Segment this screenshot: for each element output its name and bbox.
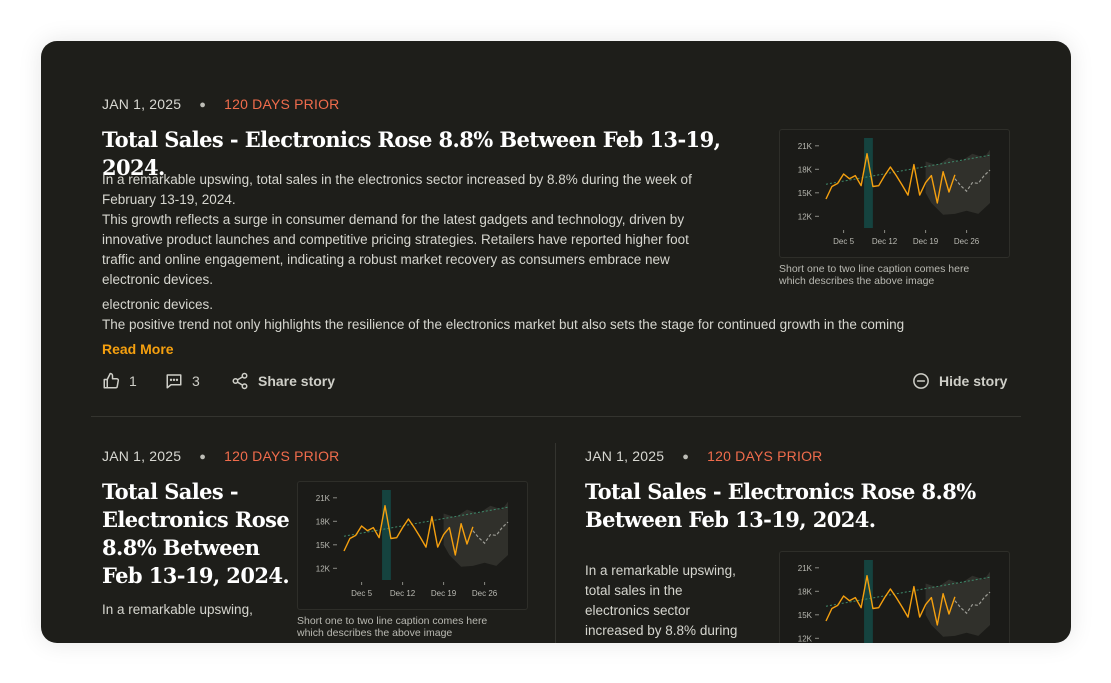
like-button[interactable]: 1 — [102, 372, 137, 390]
story-meta: JAN 1, 2025 ● 120 DAYS PRIOR — [102, 448, 339, 464]
story-date: JAN 1, 2025 — [585, 448, 665, 464]
y-tick-label: 12K — [798, 212, 813, 221]
y-tick-label: 15K — [798, 189, 813, 198]
story-body-line: innovative product launches and competit… — [102, 232, 689, 247]
story-meta: JAN 1, 2025 ● 120 DAYS PRIOR — [102, 96, 339, 112]
story-body-line: traffic and online engagement, indicatin… — [102, 252, 670, 267]
story-date: JAN 1, 2025 — [102, 96, 182, 112]
story-prior-label: 120 DAYS PRIOR — [707, 448, 823, 464]
forecast-band — [925, 571, 990, 637]
chart-card: 21K 18K 15K 12K Dec 5 Dec 12 Dec 19 Dec 26 — [297, 481, 528, 610]
hide-story-label: Hide story — [939, 373, 1008, 389]
x-tick-label: Dec 12 — [872, 237, 898, 246]
story-body-continued: electronic devices. The positive trend n… — [102, 295, 1042, 335]
story-body: In a remarkable upswing, total sales in … — [102, 170, 772, 290]
story-prior-label: 120 DAYS PRIOR — [224, 96, 340, 112]
x-tick-label: Dec 19 — [431, 589, 457, 598]
y-tick-label: 21K — [798, 142, 813, 151]
y-tick-label: 21K — [316, 494, 331, 503]
story-body-line: This growth reflects a surge in consumer… — [102, 212, 685, 227]
read-more-link[interactable]: Read More — [102, 341, 174, 357]
column-divider — [555, 443, 556, 643]
caption-line: which describes the above image — [297, 627, 453, 639]
sales-line-chart: 21K 18K 15K 12K Dec 5 Dec 12 Dec 19 Dec 26 — [798, 138, 991, 246]
chart-caption: Short one to two line caption comes here… — [297, 615, 487, 639]
y-tick-label: 15K — [316, 541, 331, 550]
story-title-line: Total Sales - — [102, 479, 239, 504]
forecast-band — [443, 501, 508, 567]
stories-panel: JAN 1, 2025 ● 120 DAYS PRIOR Total Sales -… — [41, 41, 1071, 643]
x-tick-label: Dec 26 — [472, 589, 498, 598]
y-tick-label: 18K — [798, 165, 813, 174]
story-title-line: Between Feb 13-19, 2024. — [585, 507, 876, 532]
separator-dot: ● — [682, 451, 690, 463]
story-body-line: February 13-19, 2024. — [102, 192, 236, 207]
story-body-line: electronics sector — [585, 603, 691, 618]
x-tick-label: Dec 5 — [833, 237, 854, 246]
comment-icon — [166, 374, 182, 389]
caption-line: Short one to two line caption comes here — [779, 263, 970, 275]
story-body-line: In a remarkable upswing, — [102, 602, 253, 617]
caption-line: which describes the above image — [779, 275, 935, 287]
hide-story-button[interactable]: Hide story — [912, 372, 1007, 390]
comment-button[interactable]: 3 — [165, 372, 200, 390]
y-tick-label: 12K — [798, 634, 813, 643]
story-meta: JAN 1, 2025 ● 120 DAYS PRIOR — [585, 448, 822, 464]
story-prior-label: 120 DAYS PRIOR — [224, 448, 340, 464]
share-icon — [232, 372, 248, 390]
forecast-band — [925, 149, 990, 215]
separator-dot: ● — [199, 451, 207, 463]
divider — [91, 416, 1021, 417]
story-title-line: Total Sales - Electronics Rose 8.8% — [585, 479, 976, 504]
y-tick-label: 21K — [798, 564, 813, 573]
share-story-button[interactable]: Share story — [231, 372, 335, 390]
story-title[interactable]: Total Sales - Electronics Rose 8.8% Betw… — [585, 478, 1025, 534]
story-date: JAN 1, 2025 — [102, 448, 182, 464]
share-story-label: Share story — [258, 373, 336, 389]
story-title[interactable]: Total Sales - Electronics Rose 8.8% Betw… — [102, 478, 292, 590]
story-body: In a remarkable upswing, — [102, 600, 292, 620]
y-tick-label: 12K — [316, 564, 331, 573]
sales-line-chart: 21K 18K 15K 12K Dec 5 Dec 12 Dec 19 Dec 26 — [316, 490, 509, 598]
story-body-line: total sales in the — [585, 583, 683, 598]
story-body-line: increased by 8.8% during — [585, 623, 738, 638]
story-body-line: electronic devices. — [102, 297, 214, 312]
like-count: 1 — [129, 373, 137, 389]
story-title-line: 8.8% Between — [102, 535, 260, 560]
x-tick-label: Dec 12 — [390, 589, 416, 598]
sales-line-chart: 21K18K15K12KDec 5Dec 12Dec 19Dec 26 — [798, 560, 991, 643]
chart-caption: Short one to two line caption comes here… — [779, 263, 969, 287]
story-body-line: The positive trend not only highlights t… — [102, 317, 905, 332]
comment-count: 3 — [192, 373, 200, 389]
story-body-line: In a remarkable upswing, total sales in … — [102, 172, 692, 187]
chart-card: 21K 18K 15K 12K Dec 5 Dec 12 Dec 19 Dec 26 — [779, 129, 1010, 258]
story-body-line: In a remarkable upswing, — [585, 563, 736, 578]
story-body: In a remarkable upswing, total sales in … — [585, 561, 765, 641]
y-tick-label: 18K — [798, 587, 813, 596]
minus-circle-icon — [913, 373, 929, 389]
story-body-line: electronic devices. — [102, 272, 214, 287]
x-tick-label: Dec 26 — [954, 237, 980, 246]
y-tick-label: 18K — [316, 517, 331, 526]
separator-dot: ● — [199, 99, 207, 111]
x-tick-label: Dec 5 — [351, 589, 372, 598]
story-title-line: Feb 13-19, 2024. — [102, 563, 290, 588]
highlight-range — [382, 490, 391, 580]
highlight-range — [864, 138, 873, 228]
story-title-line: Electronics Rose — [102, 507, 290, 532]
chart-card: 21K18K15K12KDec 5Dec 12Dec 19Dec 26 — [779, 551, 1010, 643]
thumbs-up-icon — [103, 372, 120, 389]
caption-line: Short one to two line caption comes here — [297, 615, 488, 627]
y-tick-label: 15K — [798, 611, 813, 620]
x-tick-label: Dec 19 — [913, 237, 939, 246]
